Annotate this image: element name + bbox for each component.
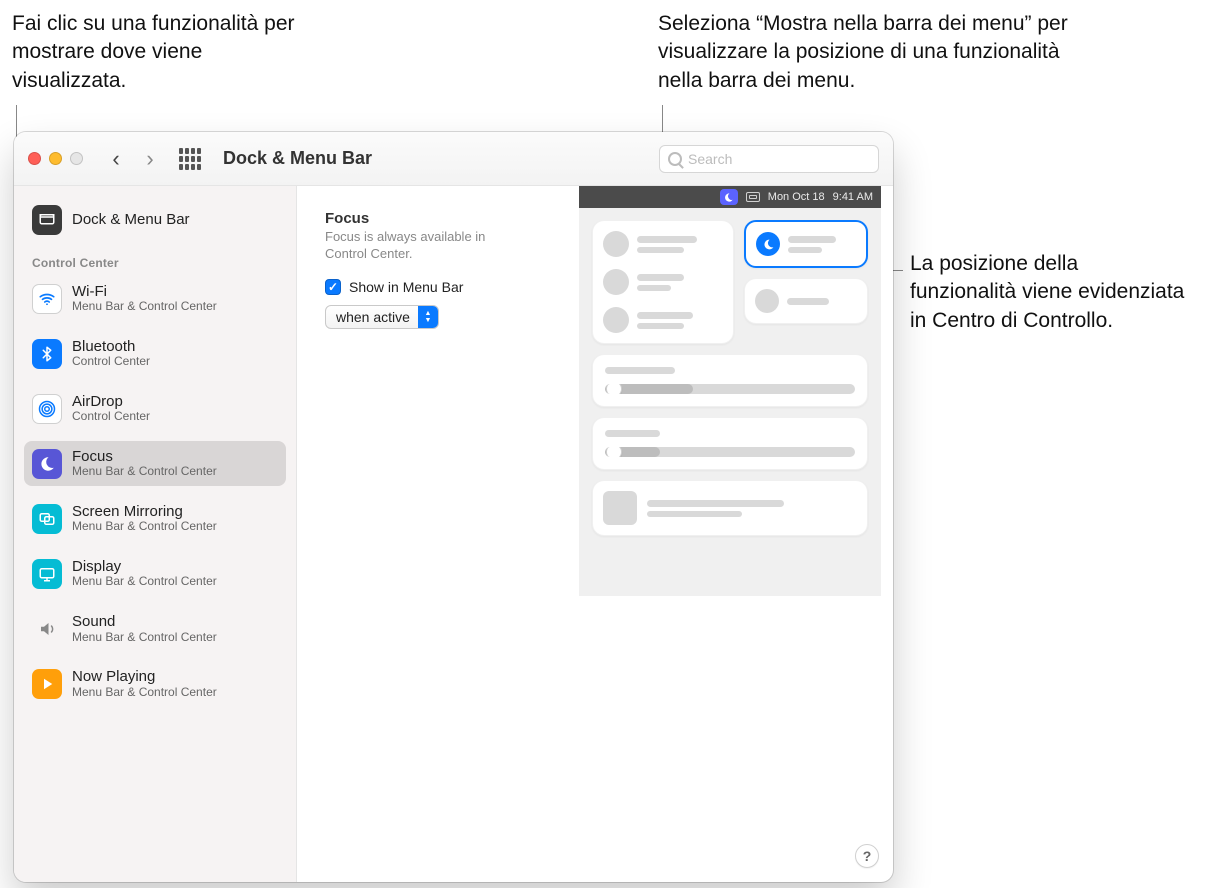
sidebar-item-focus[interactable]: Focus Menu Bar & Control Center bbox=[24, 441, 286, 486]
sidebar-item-display[interactable]: Display Menu Bar & Control Center bbox=[24, 551, 286, 596]
show-in-menubar-label: Show in Menu Bar bbox=[349, 279, 463, 295]
sidebar-item-sub: Menu Bar & Control Center bbox=[72, 300, 217, 314]
sidebar-item-wifi[interactable]: Wi-Fi Menu Bar & Control Center bbox=[24, 276, 286, 321]
airdrop-icon bbox=[32, 394, 62, 424]
minimize-window-button[interactable] bbox=[49, 152, 62, 165]
sidebar-item-sub: Control Center bbox=[72, 410, 150, 424]
dock-menubar-icon bbox=[32, 205, 62, 235]
search-field[interactable] bbox=[659, 145, 879, 173]
sidebar-item-sub: Control Center bbox=[72, 355, 150, 369]
sidebar-item-sub: Menu Bar & Control Center bbox=[72, 631, 217, 645]
content-pane: Focus Focus is always available in Contr… bbox=[297, 186, 893, 882]
sidebar-section-header: Control Center bbox=[24, 242, 286, 276]
show-in-menubar-mode-select[interactable]: when active ▲▼ bbox=[325, 305, 439, 329]
sidebar-item-label: Screen Mirroring bbox=[72, 503, 217, 520]
callout-left: Fai clic su una funzionalità per mostrar… bbox=[12, 10, 322, 95]
focus-icon bbox=[32, 449, 62, 479]
preview-menubar: Mon Oct 18 9:41 AM bbox=[579, 186, 881, 208]
preview-now-playing-module bbox=[592, 480, 868, 536]
sidebar-item-label: AirDrop bbox=[72, 393, 150, 410]
zoom-window-button[interactable] bbox=[70, 152, 83, 165]
menubar-controlcenter-preview: Mon Oct 18 9:41 AM bbox=[579, 186, 881, 596]
sidebar-item-label: Dock & Menu Bar bbox=[72, 211, 190, 228]
sidebar-item-label: Focus bbox=[72, 448, 217, 465]
show-all-prefs-button[interactable] bbox=[179, 148, 201, 170]
sidebar-item-airdrop[interactable]: AirDrop Control Center bbox=[24, 386, 286, 431]
back-button[interactable]: ‹ bbox=[105, 146, 127, 172]
sidebar-item-bluetooth[interactable]: Bluetooth Control Center bbox=[24, 331, 286, 376]
sidebar-item-now-playing[interactable]: Now Playing Menu Bar & Control Center bbox=[24, 661, 286, 706]
preview-sound-module bbox=[592, 417, 868, 470]
close-window-button[interactable] bbox=[28, 152, 41, 165]
sidebar-item-label: Display bbox=[72, 558, 217, 575]
sidebar-item-dock-menubar[interactable]: Dock & Menu Bar bbox=[24, 198, 286, 242]
preview-menubar-focus-icon bbox=[720, 189, 738, 205]
display-icon bbox=[32, 559, 62, 589]
sidebar-item-label: Now Playing bbox=[72, 668, 217, 685]
window-traffic-lights bbox=[28, 152, 83, 165]
sidebar-item-label: Wi-Fi bbox=[72, 283, 217, 300]
screen-mirroring-icon bbox=[32, 504, 62, 534]
preview-focus-module bbox=[744, 220, 868, 268]
sidebar-item-sub: Menu Bar & Control Center bbox=[72, 520, 217, 534]
now-playing-icon bbox=[32, 669, 62, 699]
preview-menubar-controlcenter-icon bbox=[746, 192, 760, 202]
preview-control-center bbox=[592, 220, 868, 536]
search-input[interactable] bbox=[688, 151, 870, 167]
select-value: when active bbox=[336, 309, 410, 325]
sidebar-item-sub: Menu Bar & Control Center bbox=[72, 686, 217, 700]
wifi-icon bbox=[32, 284, 62, 314]
preferences-window: ‹ › Dock & Menu Bar Dock & Menu Bar bbox=[14, 132, 893, 882]
sidebar-item-sub: Menu Bar & Control Center bbox=[72, 575, 217, 589]
sidebar-item-screen-mirroring[interactable]: Screen Mirroring Menu Bar & Control Cent… bbox=[24, 496, 286, 541]
pane-subtitle: Focus is always available in Control Cen… bbox=[325, 229, 525, 263]
help-button[interactable]: ? bbox=[855, 844, 879, 868]
bluetooth-icon bbox=[32, 339, 62, 369]
preview-menubar-time: 9:41 AM bbox=[833, 191, 873, 203]
sound-icon bbox=[32, 614, 62, 644]
sidebar-item-sound[interactable]: Sound Menu Bar & Control Center bbox=[24, 606, 286, 651]
callout-top-right: Seleziona “Mostra nella barra dei menu” … bbox=[658, 10, 1078, 95]
sidebar-item-sub: Menu Bar & Control Center bbox=[72, 465, 217, 479]
preview-small-module bbox=[744, 278, 868, 324]
preview-display-module bbox=[592, 354, 868, 407]
sidebar-item-label: Bluetooth bbox=[72, 338, 150, 355]
chevron-updown-icon: ▲▼ bbox=[418, 306, 438, 328]
sidebar: Dock & Menu Bar Control Center Wi-Fi Men… bbox=[14, 186, 297, 882]
window-title: Dock & Menu Bar bbox=[223, 148, 372, 169]
sidebar-item-label: Sound bbox=[72, 613, 217, 630]
preview-menubar-date: Mon Oct 18 bbox=[768, 191, 825, 203]
preview-connectivity-module bbox=[592, 220, 734, 344]
moon-icon bbox=[756, 232, 780, 256]
window-titlebar: ‹ › Dock & Menu Bar bbox=[14, 132, 893, 186]
show-in-menubar-checkbox[interactable]: ✓ bbox=[325, 279, 341, 295]
callout-right: La posizione della funzionalità viene ev… bbox=[910, 250, 1190, 335]
search-icon bbox=[668, 152, 682, 166]
forward-button[interactable]: › bbox=[139, 146, 161, 172]
